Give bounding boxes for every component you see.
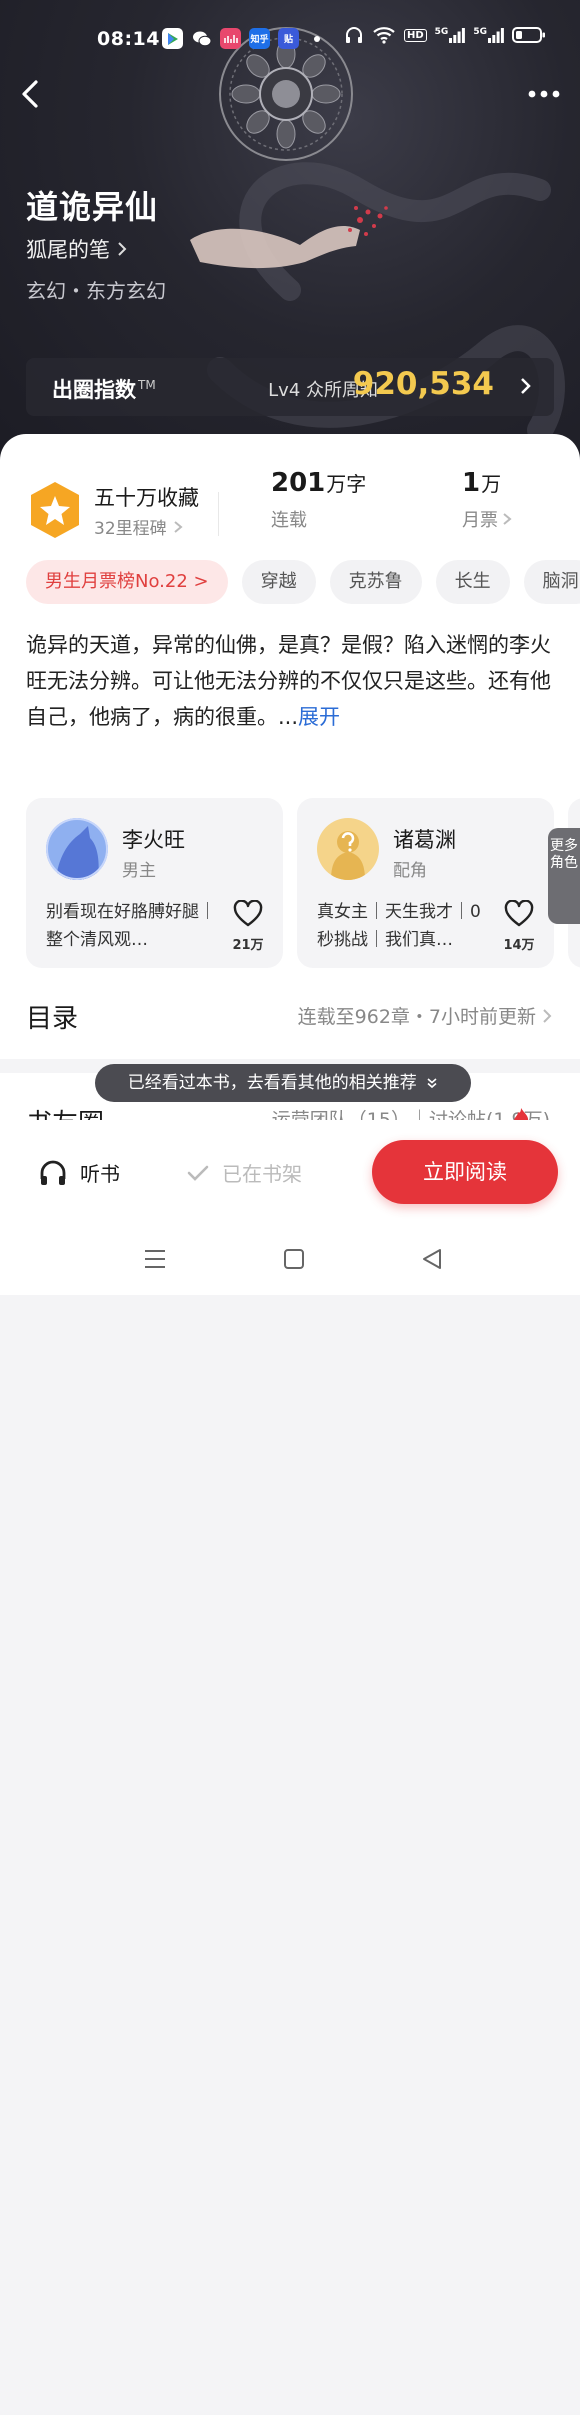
status-time: 08:14 (97, 28, 160, 50)
book-info-card: 五十万收藏 32里程碑 201万字 连载 1万 月票 男生月票榜No.22 > … (0, 434, 580, 1059)
status-bar: 08:14 知乎 贴 HD 5G 5G (0, 18, 580, 58)
serial-status: 连载 (271, 510, 307, 531)
heart-icon (504, 899, 534, 927)
signal-2: 5G (473, 27, 504, 43)
listen-label: 听书 (80, 1162, 120, 1186)
book-description: 诡异的天道，异常的仙佛，是真？是假？陷入迷惘的李火旺无法分辨。可让他无法分辨的不… (26, 633, 551, 729)
heart-icon (233, 899, 263, 927)
ellipsis-icon (528, 90, 560, 98)
monthly-tickets: 1万 (462, 468, 502, 498)
menu-nav-icon[interactable] (143, 1248, 167, 1270)
character-name: 诸葛渊 (393, 828, 456, 852)
back-button[interactable] (14, 76, 50, 112)
wifi-icon (373, 27, 395, 44)
book-genre: 玄幻・东方玄幻 (26, 279, 166, 303)
toc-link[interactable]: 连载至962章・7小时前更新 (298, 1002, 552, 1029)
headphones-icon (40, 1160, 66, 1185)
rank-tag[interactable]: 男生月票榜No.22 > (26, 560, 228, 604)
index-label: 出圈指数 TM (52, 378, 156, 402)
back-nav-icon[interactable] (421, 1248, 443, 1270)
more-options-button[interactable] (522, 78, 566, 110)
tag-chip[interactable]: 克苏鲁 (329, 560, 422, 604)
character-card[interactable]: 诸葛渊 配角 真女主｜天生我才｜0秒挑战｜我们真… 14万 (297, 798, 554, 968)
milestone-link[interactable]: 32里程碑 (94, 514, 183, 539)
character-name: 李火旺 (122, 828, 185, 852)
author-name: 狐尾的笔 (26, 238, 110, 262)
book-title: 道诡异仙 (26, 188, 159, 226)
home-nav-icon[interactable] (283, 1248, 305, 1270)
character-role: 男主 (122, 861, 156, 881)
listen-button[interactable]: 听书 (38, 1158, 120, 1187)
star-badge-icon (31, 482, 79, 538)
check-icon (187, 1165, 209, 1181)
tieba-icon: 贴 (278, 28, 299, 49)
tag-chip[interactable]: 穿越 (241, 560, 316, 604)
tag-list: 男生月票榜No.22 > 穿越 克苏鲁 长生 脑洞 (26, 560, 580, 604)
chevron-right-icon (118, 242, 127, 256)
avatar (317, 818, 379, 880)
index-value: 920,534 (352, 366, 494, 402)
more-characters-button[interactable]: 更多角色 (548, 828, 580, 924)
word-count: 201万字 (271, 468, 367, 498)
chevron-right-icon (174, 520, 183, 533)
read-now-button[interactable]: 立即阅读 (372, 1140, 558, 1204)
popularity-index-bar[interactable]: 出圈指数 TM Lv4 众所周知 920,534 (26, 358, 554, 416)
play-store-icon (162, 28, 183, 49)
zhihu-icon: 知乎 (249, 28, 270, 49)
avatar (46, 818, 108, 880)
in-shelf-status: 已在书架 (186, 1158, 302, 1187)
chevron-right-icon (543, 1008, 552, 1023)
headphone-status-icon (346, 27, 362, 43)
chevron-right-icon (521, 378, 531, 394)
like-count: 21万 (232, 938, 264, 953)
notification-dot (314, 36, 320, 42)
chevron-right-icon (503, 513, 512, 525)
character-tags: 别看现在好胳膊好腿｜整个清风观… (46, 902, 216, 950)
hd-badge: HD (404, 28, 427, 42)
signal-1: 5G (435, 27, 466, 43)
character-tags: 真女主｜天生我才｜0秒挑战｜我们真… (317, 902, 481, 950)
chevron-double-down-icon (427, 1078, 437, 1089)
character-card[interactable]: 李火旺 男主 别看现在好胳膊好腿｜整个清风观… 21万 (26, 798, 283, 968)
divider (218, 492, 219, 536)
wechat-icon (191, 28, 212, 49)
music-app-icon (220, 28, 241, 49)
book-cover-header: 08:14 知乎 贴 HD 5G 5G 道诡异仙 狐尾的笔 玄幻・东方玄幻 出圈… (0, 0, 580, 470)
system-navigation-bar (0, 2340, 580, 2415)
like-count: 14万 (503, 938, 535, 953)
character-role: 配角 (393, 861, 427, 881)
battery-icon (511, 27, 545, 43)
like-button[interactable]: 21万 (231, 899, 265, 953)
expand-link[interactable]: 展开 (298, 705, 340, 729)
toc-title: 目录 (26, 1004, 79, 1034)
chevron-left-icon (22, 80, 38, 108)
tag-chip[interactable]: 脑洞 (523, 560, 580, 604)
author-link[interactable]: 狐尾的笔 (26, 234, 128, 264)
like-button[interactable]: 14万 (502, 899, 536, 953)
tag-chip[interactable]: 长生 (435, 560, 510, 604)
favorites-milestone: 五十万收藏 (94, 486, 199, 510)
monthly-ticket-link[interactable]: 月票 (462, 506, 512, 532)
recommendation-toast[interactable]: 已经看过本书，去看看其他的相关推荐 (95, 1064, 471, 1102)
in-shelf-label: 已在书架 (222, 1162, 302, 1186)
